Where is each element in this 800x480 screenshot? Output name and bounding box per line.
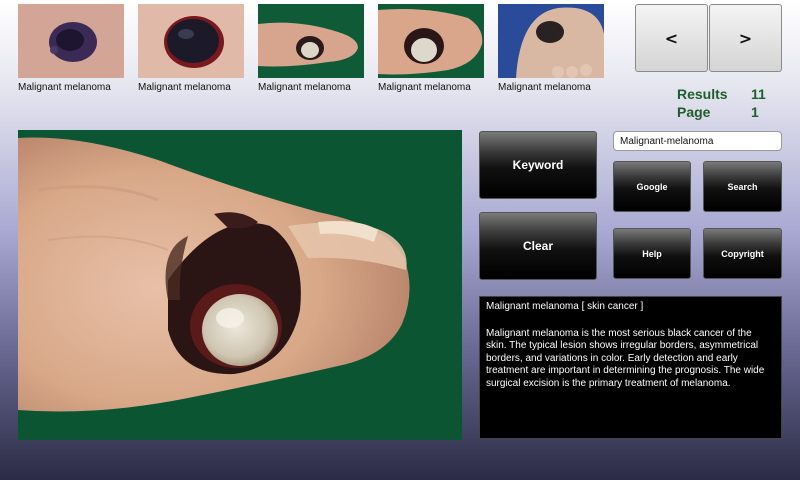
help-button[interactable]: Help bbox=[613, 228, 691, 279]
previous-button[interactable]: < bbox=[635, 4, 708, 72]
thumbnail-2[interactable] bbox=[138, 4, 244, 78]
thumbnail-5[interactable] bbox=[498, 4, 604, 78]
lesion-thumbnail-image bbox=[498, 4, 604, 78]
lesion-thumbnail-image bbox=[258, 4, 364, 78]
description-title: Malignant melanoma [ skin cancer ] bbox=[486, 301, 644, 312]
description-text: Malignant melanoma is the most serious b… bbox=[486, 327, 765, 389]
search-input[interactable] bbox=[613, 131, 782, 151]
main-lesion-image bbox=[18, 130, 462, 440]
thumbnail-4[interactable] bbox=[378, 4, 484, 78]
next-button[interactable]: > bbox=[709, 4, 782, 72]
thumbnail-caption-1: Malignant melanoma bbox=[18, 82, 111, 93]
search-button[interactable]: Search bbox=[703, 161, 782, 212]
page-number: 1 bbox=[751, 104, 759, 120]
thumbnail-1[interactable] bbox=[18, 4, 124, 78]
foot-melanoma-photo bbox=[18, 130, 462, 440]
description-panel: Malignant melanoma [ skin cancer ] Malig… bbox=[479, 296, 782, 439]
thumbnail-caption-3: Malignant melanoma bbox=[258, 82, 351, 93]
lesion-thumbnail-image bbox=[138, 4, 244, 78]
thumbnail-caption-4: Malignant melanoma bbox=[378, 82, 471, 93]
clear-button[interactable]: Clear bbox=[479, 212, 597, 280]
thumbnail-caption-2: Malignant melanoma bbox=[138, 82, 231, 93]
keyword-button[interactable]: Keyword bbox=[479, 131, 597, 199]
lesion-thumbnail-image bbox=[18, 4, 124, 78]
lesion-thumbnail-image bbox=[378, 4, 484, 78]
thumbnail-caption-5: Malignant melanoma bbox=[498, 82, 591, 93]
results-label: Results bbox=[677, 86, 728, 102]
thumbnail-3[interactable] bbox=[258, 4, 364, 78]
page-label: Page bbox=[677, 104, 711, 120]
google-button[interactable]: Google bbox=[613, 161, 691, 212]
results-count: 11 bbox=[751, 86, 766, 102]
copyright-button[interactable]: Copyright bbox=[703, 228, 782, 279]
